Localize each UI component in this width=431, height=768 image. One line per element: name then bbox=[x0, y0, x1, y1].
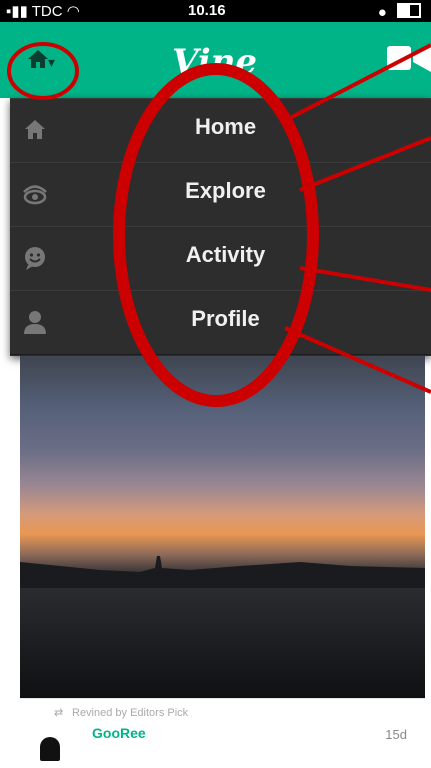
menu-item-label: Activity bbox=[185, 242, 266, 267]
menu-item-label: Profile bbox=[191, 306, 260, 331]
status-bar: ▪▮▮ TDC ◠ 10.16 ● bbox=[0, 0, 431, 22]
alarm-icon: ● bbox=[377, 4, 387, 21]
carrier-label: ▪▮▮ TDC ◠ bbox=[6, 3, 80, 20]
wifi-icon: ◠ bbox=[66, 3, 80, 20]
revine-icon: ⇄ bbox=[54, 707, 64, 719]
status-icons: ● bbox=[378, 3, 421, 21]
menu-item-label: Explore bbox=[185, 178, 266, 203]
home-menu-button[interactable]: ▾ bbox=[14, 36, 64, 86]
nav-bar: ▾ Vine bbox=[0, 22, 431, 98]
feed-post: ⇄ Revined by Editors Pick GooRee 15d bbox=[20, 356, 425, 767]
avatar[interactable] bbox=[40, 737, 60, 761]
menu-item-profile[interactable]: Profile bbox=[10, 290, 431, 355]
post-age: 15d bbox=[385, 727, 407, 742]
clock: 10.16 bbox=[188, 2, 226, 19]
home-icon bbox=[28, 50, 48, 68]
navigation-dropdown-menu: Home Explore Activity Profile bbox=[10, 98, 431, 356]
menu-item-home[interactable]: Home bbox=[10, 98, 431, 163]
post-username[interactable]: GooRee bbox=[92, 725, 146, 741]
video-camera-icon[interactable] bbox=[387, 44, 431, 72]
post-footer: ⇄ Revined by Editors Pick GooRee 15d bbox=[20, 698, 425, 768]
signal-icon: ▪▮▮ bbox=[6, 3, 28, 20]
menu-item-label: Home bbox=[194, 114, 257, 139]
battery-icon bbox=[397, 3, 421, 18]
post-video-thumbnail[interactable] bbox=[20, 356, 425, 698]
vine-logo: Vine bbox=[172, 42, 258, 82]
shoreline-silhouette bbox=[20, 556, 425, 588]
chevron-down-icon: ▾ bbox=[48, 54, 56, 70]
menu-item-activity[interactable]: Activity bbox=[10, 226, 431, 291]
revine-label: Revined by Editors Pick bbox=[72, 707, 189, 719]
menu-item-explore[interactable]: Explore bbox=[10, 162, 431, 227]
